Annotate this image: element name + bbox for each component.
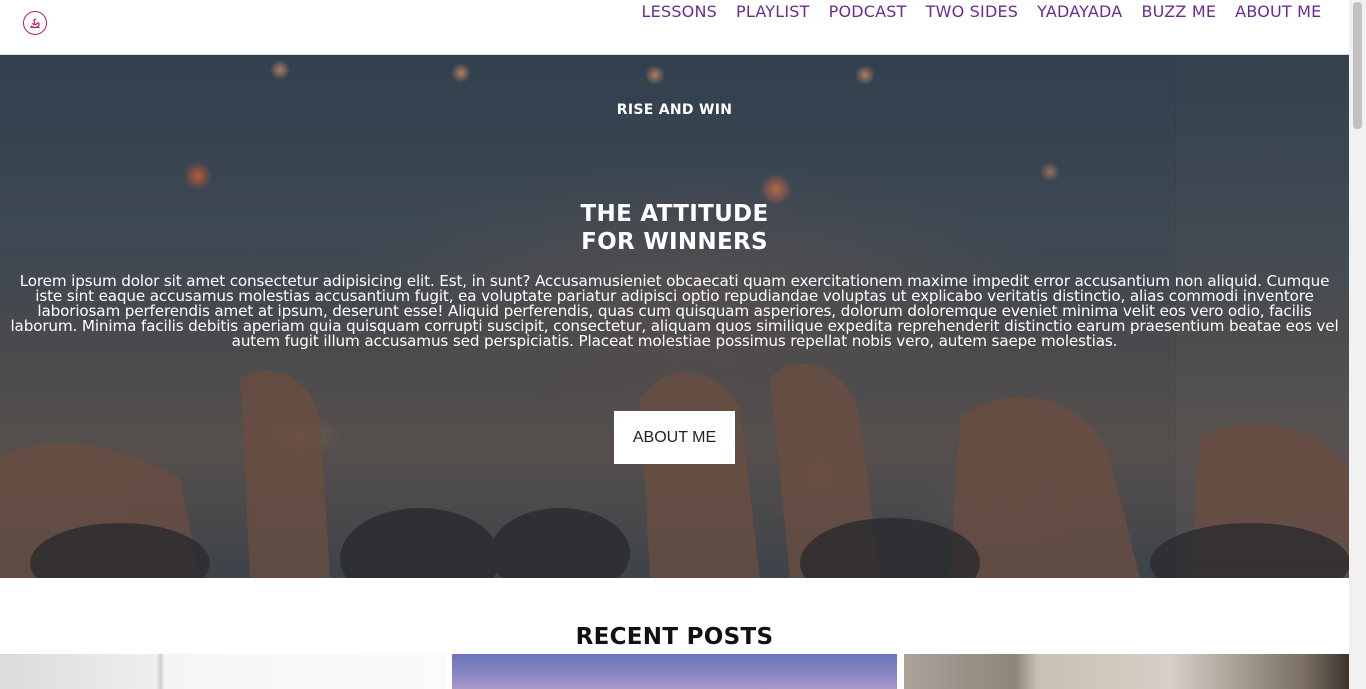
swan-icon — [30, 18, 40, 28]
scrollbar-thumb[interactable] — [1353, 2, 1362, 129]
hero-title: THE ATTITUDE FOR WINNERS — [0, 200, 1349, 256]
swan-logo-icon[interactable] — [23, 11, 47, 35]
nav-item-lessons[interactable]: LESSONS — [632, 2, 726, 22]
main-nav: LESSONS PLAYLIST PODCAST TWO SIDES YADAY… — [632, 2, 1331, 22]
nav-item-about-me[interactable]: ABOUT ME — [1226, 2, 1331, 22]
recent-posts-title: RECENT POSTS — [575, 624, 774, 650]
hero-title-line-1: THE ATTITUDE — [580, 201, 769, 227]
nav-item-buzz-me[interactable]: BUZZ ME — [1132, 2, 1226, 22]
recent-post-card[interactable] — [0, 654, 446, 689]
recent-post-card[interactable] — [904, 654, 1349, 689]
nav-item-two-sides[interactable]: TWO SIDES — [916, 2, 1028, 22]
hero-title-line-2: FOR WINNERS — [581, 229, 768, 255]
hero-eyebrow: RISE AND WIN — [616, 102, 733, 118]
hero-section: RISE AND WIN THE ATTITUDE FOR WINNERS Lo… — [0, 55, 1349, 578]
hero-body-text: Lorem ipsum dolor sit amet consectetur a… — [10, 272, 1339, 350]
about-me-button[interactable]: ABOUT ME — [614, 411, 735, 464]
nav-item-yadayada[interactable]: YADAYADA — [1028, 2, 1132, 22]
nav-item-podcast[interactable]: PODCAST — [819, 2, 916, 22]
site-header: LESSONS PLAYLIST PODCAST TWO SIDES YADAY… — [0, 0, 1349, 55]
recent-post-card[interactable] — [452, 654, 897, 689]
page-scrollbar[interactable] — [1349, 0, 1366, 689]
nav-item-playlist[interactable]: PLAYLIST — [727, 2, 820, 22]
